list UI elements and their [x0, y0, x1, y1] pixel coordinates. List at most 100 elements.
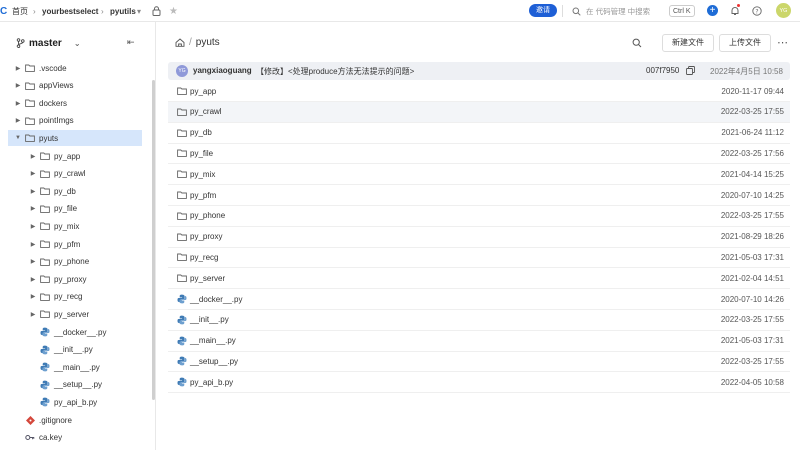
caret-right-icon[interactable]: ▶	[14, 65, 22, 72]
branch-selector[interactable]: master ⌄	[16, 36, 81, 50]
tree-item-label: __main__.py	[54, 362, 100, 372]
file-row[interactable]: py_recg 2021-05-03 17:31	[168, 247, 790, 269]
file-name[interactable]: __setup__.py	[190, 357, 238, 366]
caret-right-icon[interactable]: ▶	[14, 100, 22, 107]
caret-right-icon[interactable]: ▶	[29, 258, 37, 265]
tree-item[interactable]: ▶ py_proxy	[8, 271, 142, 287]
file-row[interactable]: py_crawl 2022-03-25 17:55	[168, 101, 790, 123]
tree-item[interactable]: ▶ py_recg	[8, 289, 142, 305]
breadcrumb-home[interactable]: 首页	[12, 0, 28, 22]
file-name[interactable]: py_app	[190, 87, 216, 96]
more-icon[interactable]: ⋯	[777, 36, 788, 49]
tree-item[interactable]: ▶ py_server	[8, 306, 142, 322]
file-row[interactable]: __init__.py 2022-03-25 17:55	[168, 310, 790, 331]
file-name[interactable]: py_recg	[190, 253, 218, 262]
caret-right-icon[interactable]: ▶	[14, 82, 22, 89]
folder-icon	[176, 252, 188, 262]
file-name[interactable]: py_server	[190, 274, 225, 283]
folder-icon	[39, 275, 51, 284]
caret-right-icon[interactable]: ▶	[29, 276, 37, 283]
file-row[interactable]: py_app 2020-11-17 09:44	[168, 81, 790, 102]
breadcrumb-repo[interactable]: pyutils	[110, 0, 136, 22]
file-row[interactable]: py_server 2021-02-04 14:51	[168, 268, 790, 290]
file-name[interactable]: py_api_b.py	[190, 378, 233, 387]
logo-icon[interactable]: C	[0, 0, 8, 22]
help-icon[interactable]: ?	[752, 0, 762, 22]
chevron-down-icon[interactable]: ▾	[137, 0, 141, 22]
file-name[interactable]: py_pfm	[190, 191, 216, 200]
caret-right-icon[interactable]: ▶	[29, 153, 37, 160]
tree-item[interactable]: __setup__.py	[8, 377, 142, 393]
caret-right-icon[interactable]: ▶	[29, 311, 37, 318]
tree-item[interactable]: ▶ pointImgs	[8, 113, 142, 129]
commit-author[interactable]: yangxiaoguang	[193, 66, 252, 75]
caret-right-icon[interactable]: ▶	[29, 205, 37, 212]
tree-item[interactable]: ▶ py_phone	[8, 254, 142, 270]
search-icon[interactable]	[572, 0, 581, 22]
tree-item[interactable]: ▶ py_pfm	[8, 236, 142, 252]
commit-message[interactable]: 【修改】<处理produce方法无法提示的问题>	[256, 66, 414, 77]
tree-item[interactable]: ▶ py_crawl	[8, 166, 142, 182]
file-name[interactable]: __init__.py	[190, 315, 229, 324]
tree-item[interactable]: ▶ py_file	[8, 201, 142, 217]
file-name[interactable]: __main__.py	[190, 336, 236, 345]
star-icon[interactable]: ★	[169, 0, 178, 22]
tree-item[interactable]: ▼ pyuts	[8, 130, 142, 147]
upload-file-button[interactable]: 上传文件	[719, 34, 771, 52]
tree-item[interactable]: __main__.py	[8, 359, 142, 375]
tree-item[interactable]: __init__.py	[8, 342, 142, 358]
tree-item[interactable]: ▶ appViews	[8, 78, 142, 94]
commit-hash[interactable]: 007f7950	[646, 66, 679, 75]
caret-right-icon[interactable]: ▶	[29, 188, 37, 195]
caret-right-icon[interactable]: ▶	[29, 293, 37, 300]
tree-item[interactable]: __docker__.py	[8, 324, 142, 340]
folder-icon	[39, 204, 51, 213]
file-name[interactable]: py_proxy	[190, 232, 222, 241]
commit-author-avatar: YG	[176, 65, 188, 77]
search-icon[interactable]	[632, 38, 642, 50]
file-row[interactable]: __setup__.py 2022-03-25 17:55	[168, 351, 790, 373]
caret-right-icon[interactable]: ▶	[14, 117, 22, 124]
tree-item[interactable]: ▶ py_db	[8, 183, 142, 199]
tree-item[interactable]: ▶ dockers	[8, 95, 142, 111]
file-row[interactable]: py_db 2021-06-24 11:12	[168, 123, 790, 144]
file-name[interactable]: py_file	[190, 149, 213, 158]
file-name[interactable]: py_crawl	[190, 107, 222, 116]
file-name[interactable]: py_phone	[190, 211, 225, 220]
caret-down-icon[interactable]: ▼	[14, 135, 22, 141]
file-row[interactable]: py_pfm 2020-07-10 14:25	[168, 185, 790, 206]
tree-item[interactable]: ca.key	[8, 430, 142, 446]
file-row[interactable]: py_file 2022-03-25 17:56	[168, 143, 790, 165]
folder-icon	[39, 187, 51, 196]
file-row[interactable]: __main__.py 2021-05-03 17:31	[168, 331, 790, 352]
file-row[interactable]: __docker__.py 2020-07-10 14:26	[168, 289, 790, 310]
folder-icon	[176, 211, 188, 221]
new-file-button[interactable]: 新建文件	[662, 34, 714, 52]
caret-right-icon[interactable]: ▶	[29, 223, 37, 230]
search-input[interactable]: 在 代码管理 中搜索	[586, 0, 650, 22]
file-name[interactable]: __docker__.py	[190, 295, 242, 304]
file-row[interactable]: py_mix 2021-04-14 15:25	[168, 164, 790, 186]
file-row[interactable]: py_api_b.py 2022-04-05 10:58	[168, 372, 790, 394]
folder-icon	[39, 222, 51, 231]
breadcrumb-org[interactable]: yourbestselect	[42, 0, 98, 22]
user-avatar[interactable]: YG	[776, 3, 791, 18]
invite-button[interactable]: 邀请	[529, 4, 557, 17]
tree-item[interactable]: ▶ py_mix	[8, 218, 142, 234]
tree-item[interactable]: .gitignore	[8, 412, 142, 428]
create-button[interactable]: +	[707, 5, 718, 16]
python-file-icon	[39, 397, 51, 407]
caret-right-icon[interactable]: ▶	[29, 170, 37, 177]
file-row[interactable]: py_phone 2022-03-25 17:55	[168, 206, 790, 227]
tree-item[interactable]: py_api_b.py	[8, 394, 142, 410]
file-row[interactable]: py_proxy 2021-08-29 18:26	[168, 227, 790, 248]
sidebar-scrollbar[interactable]	[152, 80, 155, 400]
collapse-sidebar-icon[interactable]: ⇤	[127, 37, 135, 48]
tree-item[interactable]: ▶ .vscode	[8, 60, 142, 76]
home-icon[interactable]	[175, 38, 185, 47]
file-name[interactable]: py_db	[190, 128, 212, 137]
file-name[interactable]: py_mix	[190, 170, 215, 179]
tree-item[interactable]: ▶ py_app	[8, 148, 142, 164]
copy-icon[interactable]	[686, 66, 695, 77]
caret-right-icon[interactable]: ▶	[29, 241, 37, 248]
